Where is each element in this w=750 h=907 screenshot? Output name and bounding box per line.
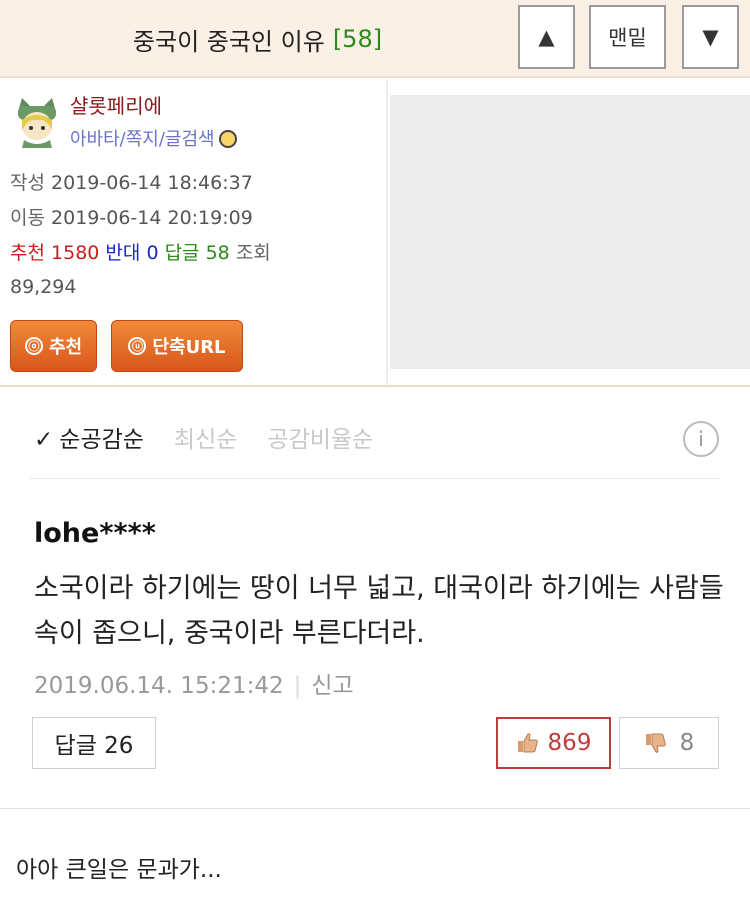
info-divider [386, 80, 388, 385]
author-links[interactable]: 아바타/쪽지/글검색 [70, 125, 237, 151]
content-divider [0, 808, 750, 809]
sort-tab-latest[interactable]: 최신순 [174, 420, 237, 454]
oppose-count: 0 [146, 242, 159, 264]
short-url-icon: ⓤ [128, 337, 147, 355]
reply-label: 답글 [164, 242, 200, 264]
moved-date: 이동 2019-06-14 20:19:09 [10, 203, 253, 230]
comment-meta: 2019.06.14. 15:21:42 | 신고 [34, 666, 354, 700]
post-body-text: 아아 큰일은 문과가... [16, 857, 222, 883]
recommend-button[interactable]: ⓞ 추천 [10, 320, 97, 372]
info-icon[interactable]: i [683, 421, 719, 457]
sort-tab-ratio[interactable]: 공감비율순 [267, 420, 373, 454]
recommend-button-label: 추천 [48, 337, 83, 358]
views-count: 89,294 [10, 276, 77, 298]
reply-count: [58] [332, 25, 383, 53]
comment-separator: | [293, 673, 302, 699]
post-title: 중국이 중국인 이유 [58] [0, 0, 515, 78]
oppose-label: 반대 [105, 242, 141, 264]
check-icon: ✓ [34, 427, 54, 453]
dislike-button[interactable]: 8 [619, 717, 719, 769]
moved-label: 이동 [10, 207, 45, 229]
author-links-text[interactable]: 아바타/쪽지/글검색 [70, 129, 215, 150]
recommend-icon: ⓞ [24, 337, 43, 355]
short-url-button[interactable]: ⓤ 단축URL [111, 320, 243, 372]
comment-date: 2019.06.14. 15:21:42 [34, 673, 284, 699]
recommend-count: 1580 [51, 242, 100, 264]
reply-stat-count: 58 [205, 242, 230, 264]
written-value: 2019-06-14 18:46:37 [51, 172, 253, 194]
comment-username: lohe**** [34, 518, 156, 549]
moved-value: 2019-06-14 20:19:09 [51, 207, 253, 229]
sort-tab-popular-label: 순공감순 [59, 427, 144, 453]
views-label: 조회 [235, 242, 271, 264]
scroll-down-button[interactable]: ▼ [682, 5, 739, 69]
written-date: 작성 2019-06-14 18:46:37 [10, 168, 253, 195]
sort-tab-popular[interactable]: ✓ 순공감순 [34, 420, 144, 454]
short-url-button-label: 단축URL [152, 337, 226, 358]
thumbs-up-icon [517, 733, 538, 753]
level-badge-icon [218, 130, 237, 148]
section-divider [0, 385, 750, 387]
written-label: 작성 [10, 172, 45, 194]
author-nickname[interactable]: 샬롯페리에 [70, 90, 162, 119]
post-title-text: 중국이 중국인 이유 [132, 27, 325, 56]
sort-divider [30, 478, 720, 479]
like-count: 869 [547, 730, 592, 756]
comment-text: 소국이라 하기에는 땅이 너무 넓고, 대국이라 하기에는 사람들 속이 좁으니… [34, 573, 724, 649]
dislike-count: 8 [679, 730, 695, 756]
scroll-up-button[interactable]: ▲ [518, 5, 575, 69]
report-link[interactable]: 신고 [311, 673, 353, 699]
thumbs-down-icon [645, 733, 666, 753]
top-bar: 중국이 중국인 이유 [58] ▲ 맨밑 ▼ [0, 0, 750, 78]
ad-placeholder [390, 95, 750, 369]
avatar[interactable] [12, 96, 62, 148]
post-stats: 추천 1580 반대 0 답글 58 조회 [10, 238, 271, 265]
recommend-label: 추천 [10, 242, 45, 264]
like-button[interactable]: 869 [496, 717, 611, 769]
comment-reply-button[interactable]: 답글 26 [32, 717, 156, 769]
scroll-bottom-button[interactable]: 맨밑 [589, 5, 666, 69]
comment-sort-tabs: ✓ 순공감순 최신순 공감비율순 [34, 420, 373, 454]
